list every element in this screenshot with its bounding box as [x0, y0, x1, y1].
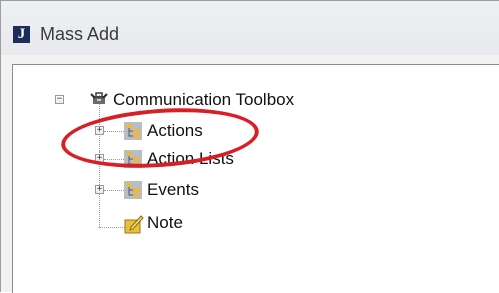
- tree-view: − Communication Toolbox + Actions + Acti…: [13, 65, 499, 293]
- folder-tree-icon: [124, 122, 142, 140]
- note-icon: [124, 215, 144, 234]
- tree-panel: − Communication Toolbox + Actions + Acti…: [12, 64, 499, 293]
- expand-icon[interactable]: +: [95, 126, 104, 135]
- expand-icon[interactable]: +: [95, 185, 104, 194]
- title-bar: J Mass Add: [1, 1, 499, 55]
- tree-root-communication-toolbox[interactable]: − Communication Toolbox: [47, 88, 407, 112]
- tree-item-label: Actions: [147, 121, 203, 140]
- mass-add-window: J Mass Add − Communication Toolbox + Act…: [0, 0, 499, 293]
- tree-item-action-lists[interactable]: + Action Lists: [47, 147, 267, 171]
- toolbox-icon: [90, 92, 108, 104]
- tree-item-label: Note: [147, 213, 183, 232]
- tree-item-events[interactable]: + Events: [47, 178, 267, 202]
- tree-item-label: Events: [147, 180, 199, 199]
- tree-item-actions[interactable]: + Actions: [47, 119, 267, 143]
- tree-item-note[interactable]: Note: [47, 211, 267, 235]
- tree-item-label: Action Lists: [147, 149, 234, 168]
- expand-icon[interactable]: +: [95, 154, 104, 163]
- tree-root-label: Communication Toolbox: [113, 90, 295, 109]
- folder-tree-icon: [124, 150, 142, 168]
- collapse-icon[interactable]: −: [55, 95, 64, 104]
- app-logo-icon: J: [13, 26, 30, 43]
- window-title: Mass Add: [40, 24, 120, 44]
- folder-tree-icon: [124, 181, 142, 199]
